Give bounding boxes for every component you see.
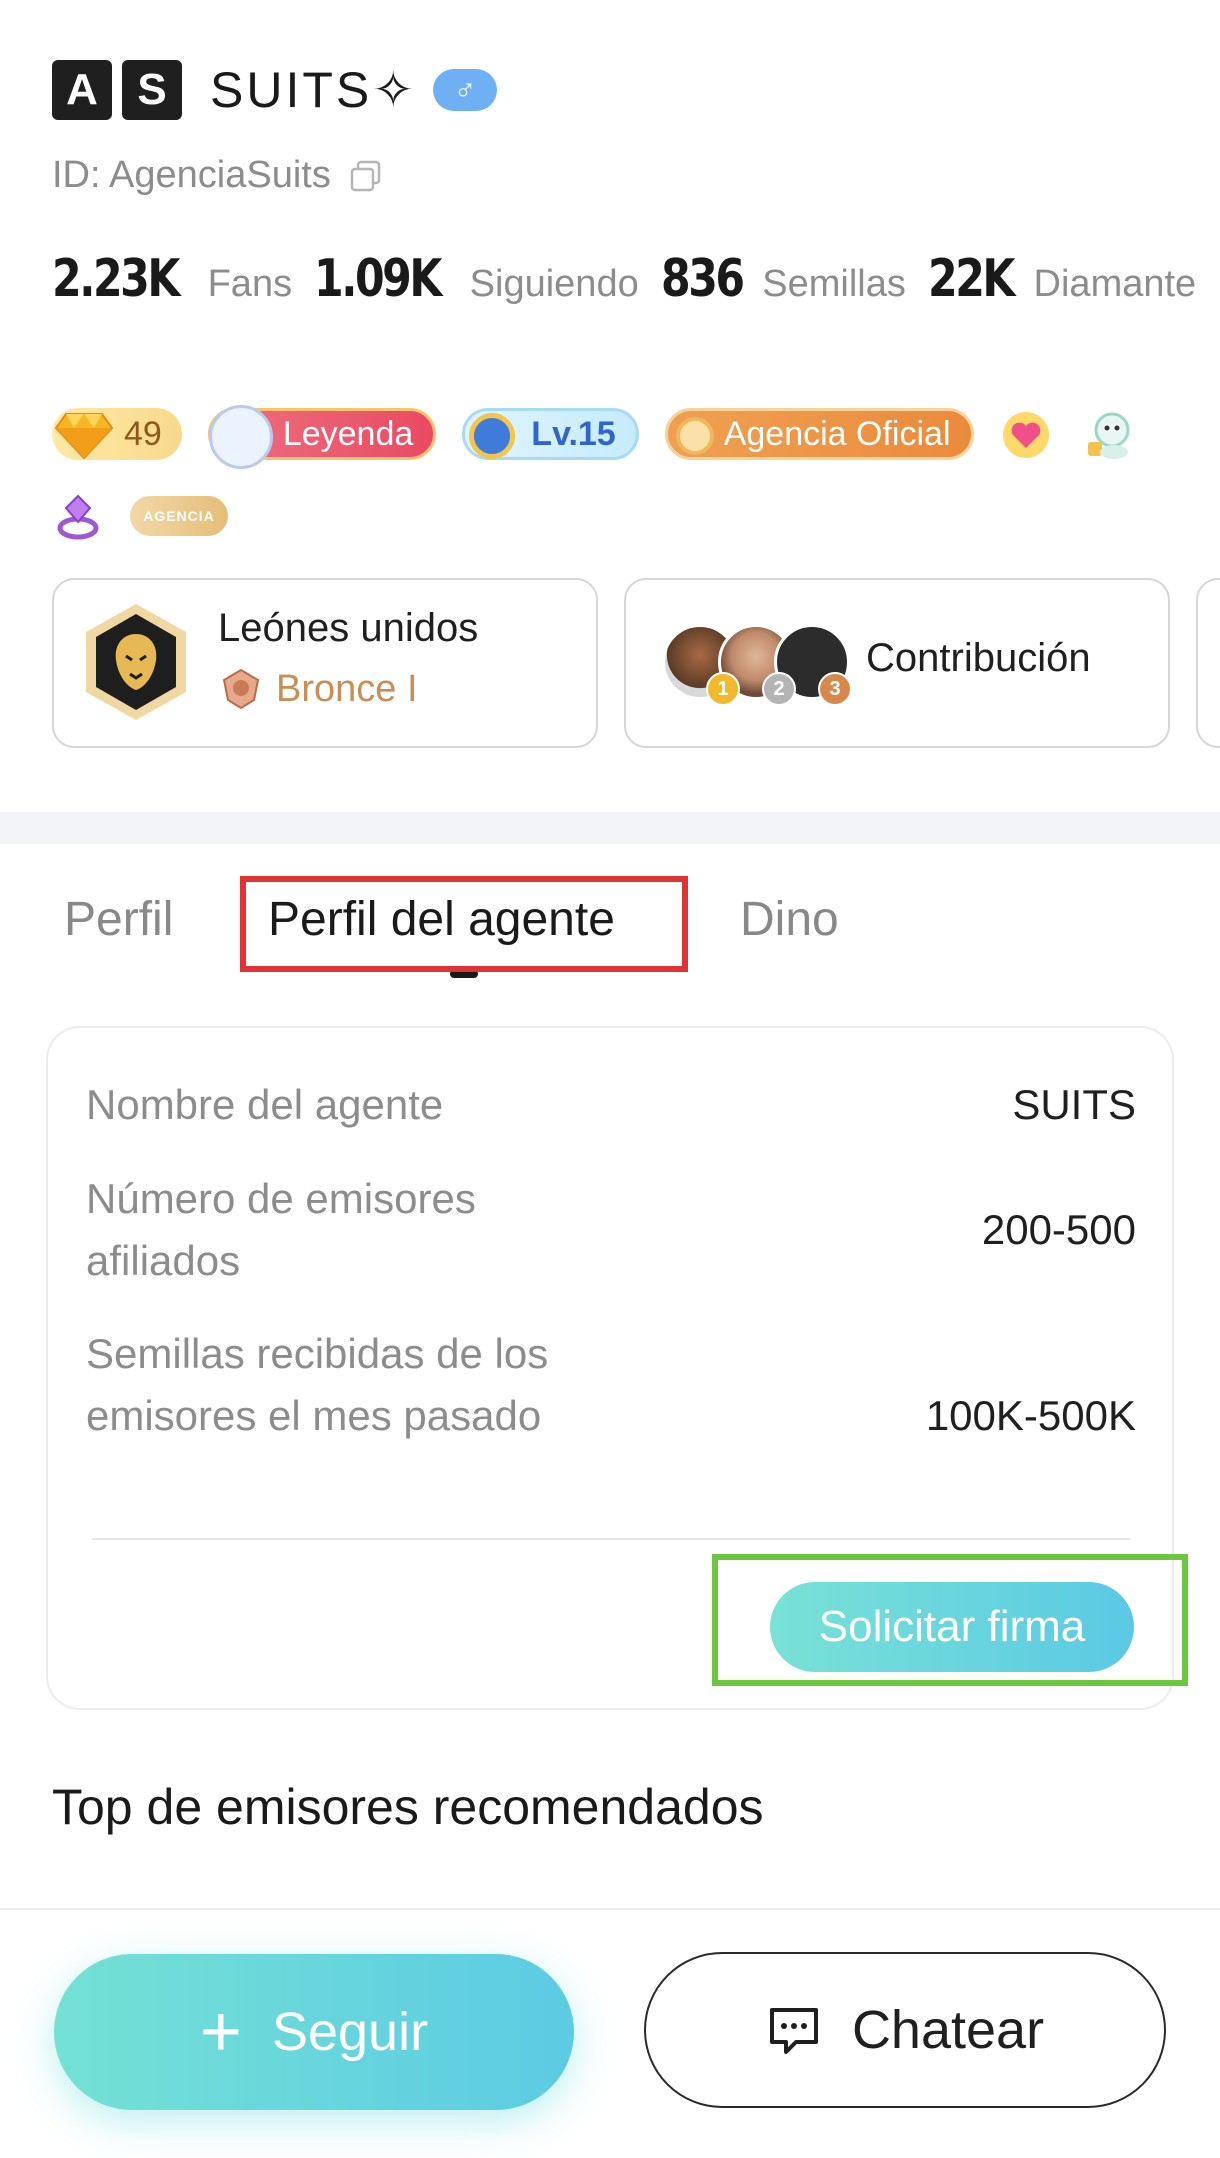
diamond-icon bbox=[54, 413, 114, 460]
agency-badge[interactable]: Agencia Oficial bbox=[664, 408, 974, 460]
bronze-rank-icon bbox=[222, 668, 260, 710]
club-name: Leónes unidos bbox=[218, 606, 479, 650]
contribution-card[interactable]: 1 2 3 Contribución bbox=[624, 578, 1170, 748]
stat-seeds-value: 836 bbox=[660, 249, 745, 309]
contribution-label: Contribución bbox=[866, 636, 1091, 680]
rank-badge: 1 bbox=[706, 672, 740, 706]
leyenda-label: Leyenda bbox=[282, 414, 414, 453]
plus-icon: + bbox=[199, 1992, 242, 2072]
level-badge[interactable]: Lv.15 bbox=[462, 408, 639, 460]
seeds-received-value: 100K-500K bbox=[925, 1392, 1136, 1439]
agency-label: Agencia Oficial bbox=[723, 414, 951, 453]
chat-label: Chatear bbox=[851, 2000, 1045, 2060]
badge-row-2: AGENCIA bbox=[52, 486, 1182, 546]
initial-s: S bbox=[122, 60, 182, 120]
tab-dino[interactable]: Dino bbox=[740, 892, 839, 947]
affiliated-streamers-value: 200-500 bbox=[981, 1206, 1136, 1253]
level-label: Lv.15 bbox=[531, 414, 616, 453]
user-id-row: ID: AgenciaSuits bbox=[52, 154, 1182, 197]
club-rank-row: Bronce I bbox=[218, 666, 418, 712]
follow-button[interactable]: + Seguir bbox=[54, 1954, 574, 2110]
rank-badge: 2 bbox=[762, 672, 796, 706]
agency-emblem-icon[interactable]: AGENCIA bbox=[130, 496, 228, 536]
stat-fans-label[interactable]: Fans bbox=[208, 263, 292, 306]
cards-carousel: Leónes unidos Bronce I 1 2 3 Contribució… bbox=[52, 578, 1220, 748]
stat-following-label[interactable]: Siguiendo bbox=[470, 263, 639, 306]
club-rank: Bronce I bbox=[276, 667, 418, 710]
rank-badge: 3 bbox=[818, 672, 852, 706]
agency-medal-icon bbox=[675, 417, 714, 455]
ring-icon[interactable] bbox=[52, 490, 104, 542]
stat-seeds-label: Semillas bbox=[762, 263, 906, 305]
level-medal-icon bbox=[469, 413, 516, 459]
stat-following-value[interactable]: 1.09K bbox=[314, 249, 442, 309]
affiliated-streamers-label: Número de emisores afiliados bbox=[86, 1175, 476, 1284]
username: SUITS✧ bbox=[210, 62, 418, 118]
stat-fans-value[interactable]: 2.23K bbox=[52, 249, 180, 309]
tab-perfil[interactable]: Perfil bbox=[64, 892, 173, 947]
stat-diamonds-value: 22K bbox=[927, 249, 1015, 309]
contributor-avatars: 1 2 3 bbox=[662, 624, 852, 714]
agent-name-label: Nombre del agente bbox=[86, 1081, 444, 1128]
profile-header: A S SUITS✧ ♂ ID: AgenciaSuits 2.23K Fans… bbox=[52, 56, 1196, 309]
agent-name-value: SUITS bbox=[1012, 1081, 1136, 1128]
gem-badge[interactable]: 49 bbox=[52, 408, 182, 460]
avatar-badge-icon bbox=[208, 405, 273, 469]
leyenda-badge[interactable]: Leyenda bbox=[207, 405, 437, 469]
seeds-received-label: Semillas recibidas de los emisores el me… bbox=[86, 1330, 549, 1439]
copy-icon[interactable] bbox=[349, 159, 383, 193]
divider bbox=[92, 1538, 1130, 1540]
chat-icon bbox=[769, 2008, 818, 2054]
highlight-box-red bbox=[240, 876, 688, 972]
toy-icon[interactable] bbox=[1080, 406, 1136, 462]
gem-count: 49 bbox=[124, 414, 162, 453]
bottom-bar-divider bbox=[0, 1908, 1220, 1910]
heart-icon[interactable] bbox=[1000, 408, 1052, 460]
gender-male-icon: ♂ bbox=[433, 69, 498, 111]
user-id: ID: AgenciaSuits bbox=[52, 154, 331, 196]
badges-area: 49 Leyenda Lv.15 Agencia Oficial AGENCIA bbox=[52, 404, 1182, 546]
chat-button[interactable]: Chatear bbox=[644, 1952, 1166, 2108]
section-separator bbox=[0, 812, 1220, 844]
lion-icon bbox=[86, 604, 186, 720]
stat-diamonds-label: Diamante bbox=[1033, 263, 1197, 305]
name-row: A S SUITS✧ ♂ bbox=[52, 56, 1182, 124]
club-card[interactable]: Leónes unidos Bronce I bbox=[52, 578, 598, 748]
stats-row: 2.23K Fans 1.09K Siguiendo 836 Semillas … bbox=[52, 249, 1196, 309]
follow-label: Seguir bbox=[271, 2002, 429, 2062]
badge-row-1: 49 Leyenda Lv.15 Agencia Oficial bbox=[52, 404, 1182, 469]
recommended-streamers-title: Top de emisores recomendados bbox=[52, 1779, 764, 1835]
next-card[interactable] bbox=[1196, 578, 1220, 748]
initial-a: A bbox=[52, 60, 112, 120]
highlight-box-green bbox=[712, 1554, 1188, 1686]
